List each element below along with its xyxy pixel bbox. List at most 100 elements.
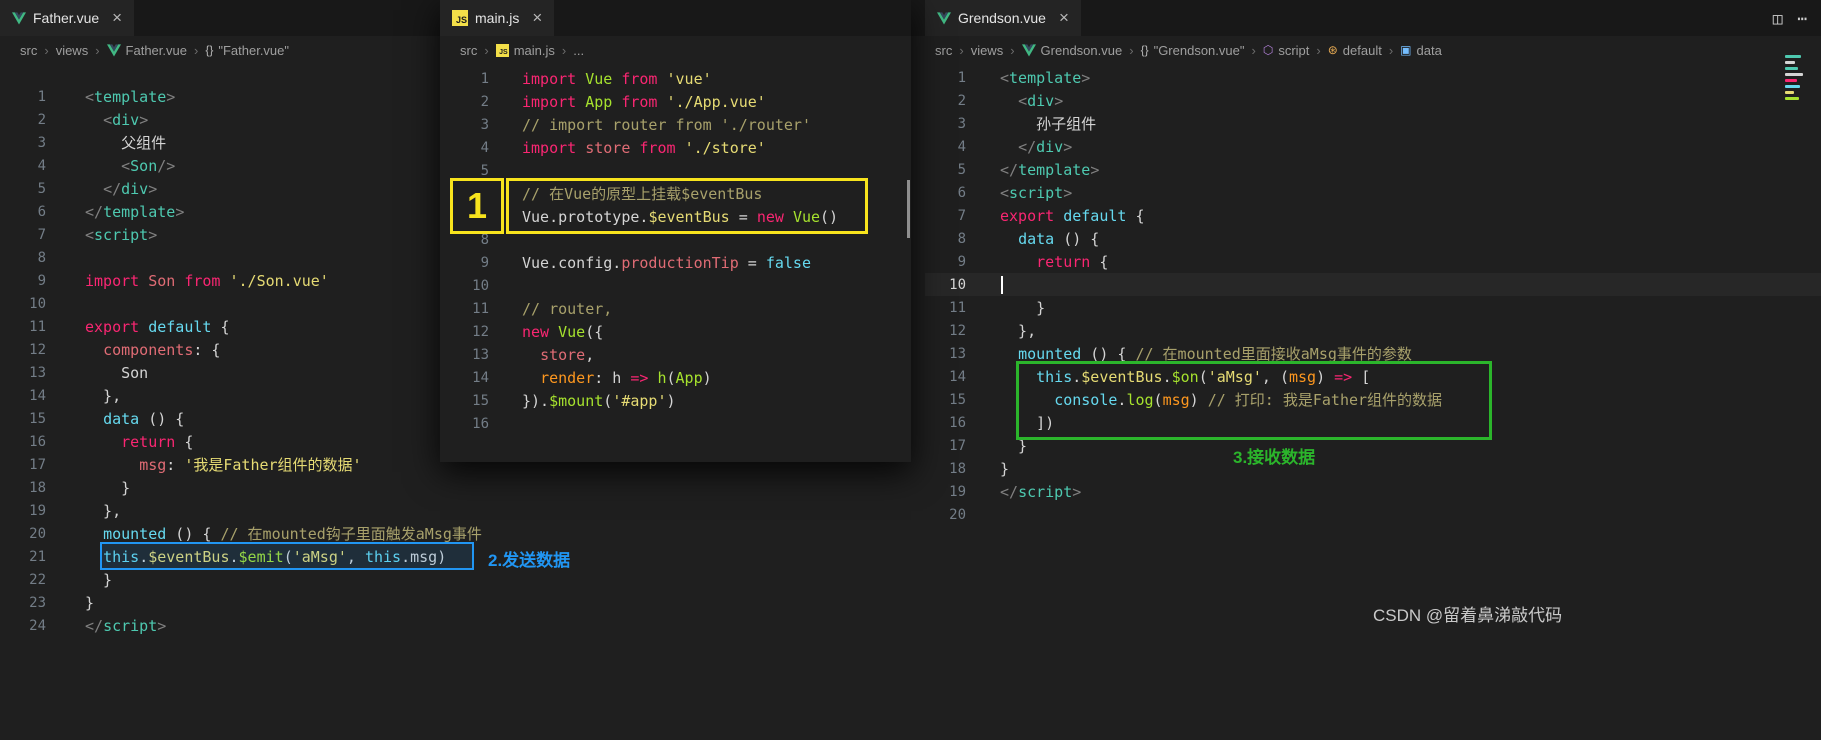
code-line-content: msg: '我是Father组件的数据' <box>139 456 362 474</box>
code-line[interactable]: 1 <template> <box>925 66 1821 89</box>
line-number: 21 <box>29 548 46 565</box>
code-line-content: </script> <box>85 616 167 635</box>
code-line[interactable]: 5 </template> <box>925 158 1821 181</box>
breadcrumb-item[interactable]: Father.vue <box>126 43 187 58</box>
code-line[interactable]: 12 new Vue({ <box>440 320 911 343</box>
code-line[interactable]: 18} <box>925 457 1821 480</box>
breadcrumb-item[interactable]: src <box>935 43 952 58</box>
breadcrumb-item[interactable]: src <box>460 43 477 58</box>
breadcrumb-separator: › <box>1129 42 1134 58</box>
tab-father-vue[interactable]: Father.vue × <box>0 0 135 36</box>
code-line[interactable]: 22 } <box>0 568 925 591</box>
module-icon: ⬡ <box>1262 43 1274 57</box>
breadcrumb-item[interactable]: data <box>1417 43 1442 58</box>
code-line-content: 孙子组件 <box>1000 115 1097 133</box>
line-number: 7 <box>37 226 46 243</box>
breadcrumb-item[interactable]: views <box>56 43 89 58</box>
code-line[interactable]: 3 // import router from './router' <box>440 113 911 136</box>
code-line-content: mounted () { // 在mounted钩子里面触发aMsg事件 <box>103 525 482 543</box>
code-line-content: <script> <box>85 225 158 244</box>
code-line[interactable]: 23} <box>0 591 925 614</box>
code-area[interactable]: 1 <template> 2 <div> 3 孙子组件 4 </div> 5 </templ… <box>925 66 1821 526</box>
code-line-content: } <box>1000 459 1010 478</box>
vue-icon <box>106 43 121 57</box>
line-number: 4 <box>957 138 966 155</box>
breadcrumb-item[interactable]: "Father.vue" <box>218 43 289 58</box>
line-number: 24 <box>29 617 46 634</box>
code-line-content: </div> <box>103 179 158 198</box>
close-icon[interactable]: × <box>532 8 542 28</box>
breadcrumb-item[interactable]: script <box>1278 43 1309 58</box>
code-line[interactable]: 20 <box>925 503 1821 526</box>
code-line[interactable]: 2 import App from './App.vue' <box>440 90 911 113</box>
code-line-content: <div> <box>1018 91 1064 110</box>
code-line[interactable]: 4 </div> <box>925 135 1821 158</box>
breadcrumb-separator: › <box>1010 42 1015 58</box>
code-line-content: </template> <box>1000 160 1100 179</box>
code-line[interactable]: 19 }, <box>0 499 925 522</box>
line-number: 6 <box>957 184 966 201</box>
line-number: 10 <box>472 277 489 294</box>
code-line[interactable]: 11 } <box>925 296 1821 319</box>
line-number: 5 <box>957 161 966 178</box>
code-line[interactable]: 19 </script> <box>925 480 1821 503</box>
code-line[interactable]: 8 data () { <box>925 227 1821 250</box>
code-line[interactable]: 14 render: h => h(App) <box>440 366 911 389</box>
minimap-mark <box>1785 97 1799 100</box>
more-actions-icon[interactable]: ⋯ <box>1797 9 1807 28</box>
code-area[interactable]: 1 import Vue from 'vue' 2 import App from '… <box>440 67 911 435</box>
watermark: CSDN @留着鼻涕敲代码 <box>1373 606 1563 625</box>
code-line[interactable]: 9 return { <box>925 250 1821 273</box>
line-number: 8 <box>37 249 46 266</box>
breadcrumb-item[interactable]: default <box>1343 43 1382 58</box>
line-number: 12 <box>472 323 489 340</box>
code-line-content: } <box>85 593 95 612</box>
code-line-content: }, <box>1000 321 1037 340</box>
code-line[interactable]: 15}).$mount('#app') <box>440 389 911 412</box>
code-line[interactable]: 10 <box>925 273 1821 296</box>
tab-grendson-vue[interactable]: Grendson.vue × <box>925 0 1081 36</box>
code-line[interactable]: 16 <box>440 412 911 435</box>
code-line[interactable]: 13 store, <box>440 343 911 366</box>
code-line[interactable]: 18 } <box>0 476 925 499</box>
code-line[interactable]: 2 <div> <box>925 89 1821 112</box>
code-line[interactable]: 3 孙子组件 <box>925 112 1821 135</box>
minimap-mark <box>1785 67 1798 70</box>
code-line[interactable]: 11 // router, <box>440 297 911 320</box>
breadcrumb-item[interactable]: ... <box>573 43 584 58</box>
line-number: 15 <box>949 391 966 408</box>
line-number: 16 <box>29 433 46 450</box>
code-line[interactable]: 10 <box>440 274 911 297</box>
close-icon[interactable]: × <box>112 8 122 28</box>
tab-main-js[interactable]: JS main.js × <box>440 0 555 36</box>
code-line[interactable]: 6 <script> <box>925 181 1821 204</box>
breadcrumb-item[interactable]: main.js <box>514 43 555 58</box>
minimap[interactable] <box>1785 55 1813 100</box>
split-editor-icon[interactable]: ◫ <box>1773 9 1783 28</box>
breadcrumb-item[interactable]: "Grendson.vue" <box>1154 43 1245 58</box>
code-line[interactable]: 1 import Vue from 'vue' <box>440 67 911 90</box>
code-line[interactable]: 12 }, <box>925 319 1821 342</box>
line-number: 23 <box>29 594 46 611</box>
code-line-content: } <box>85 570 113 589</box>
code-line-content: import App from './App.vue' <box>522 92 766 111</box>
minimap-mark <box>1785 61 1795 64</box>
line-number: 5 <box>37 180 46 197</box>
breadcrumb-item[interactable]: views <box>971 43 1004 58</box>
breadcrumb-item[interactable]: src <box>20 43 37 58</box>
breadcrumb-item[interactable]: Grendson.vue <box>1041 43 1123 58</box>
minimap-mark <box>1785 73 1803 76</box>
code-line-content: </div> <box>1018 137 1073 156</box>
line-number: 19 <box>949 483 966 500</box>
line-number: 10 <box>29 295 46 312</box>
line-number: 9 <box>480 254 489 271</box>
close-icon[interactable]: × <box>1059 8 1069 28</box>
line-number: 19 <box>29 502 46 519</box>
code-line[interactable]: 4 import store from './store' <box>440 136 911 159</box>
code-line[interactable]: 24 </script> <box>0 614 925 637</box>
code-line-content: <script> <box>1000 183 1073 202</box>
line-number: 17 <box>29 456 46 473</box>
code-line[interactable]: 9 Vue.config.productionTip = false <box>440 251 911 274</box>
code-line[interactable]: 7 export default { <box>925 204 1821 227</box>
scrollbar-thumb[interactable] <box>907 180 910 238</box>
